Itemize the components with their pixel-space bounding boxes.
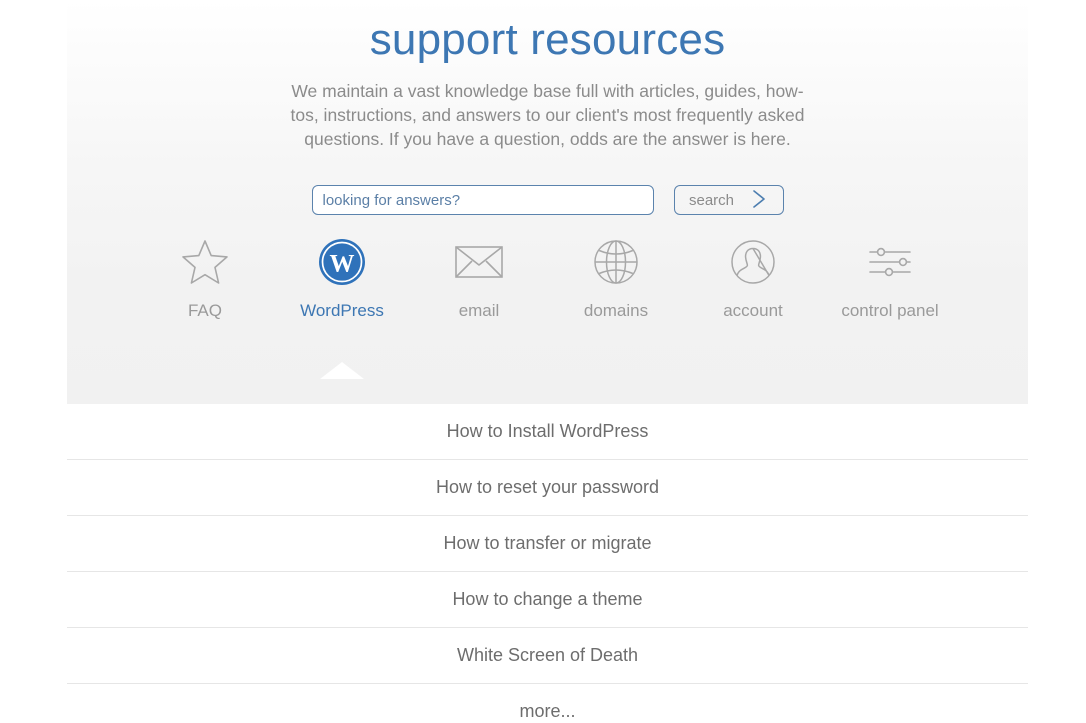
list-item[interactable]: How to transfer or migrate	[67, 516, 1028, 572]
tab-faq[interactable]: FAQ	[137, 233, 274, 321]
search-input[interactable]	[311, 185, 654, 215]
tab-wordpress[interactable]: W WordPress	[274, 233, 411, 379]
sliders-icon	[822, 233, 959, 291]
tab-control-panel[interactable]: control panel	[822, 233, 959, 321]
globe-icon	[548, 233, 685, 291]
tab-label: account	[723, 301, 783, 320]
hero-section: support resources We maintain a vast kno…	[67, 0, 1028, 404]
search-button[interactable]: search	[673, 185, 784, 215]
tab-account[interactable]: account	[685, 233, 822, 321]
active-tab-pointer	[320, 362, 364, 379]
tab-label: control panel	[841, 301, 939, 320]
list-item[interactable]: How to change a theme	[67, 572, 1028, 628]
list-item[interactable]: How to reset your password	[67, 460, 1028, 516]
envelope-icon	[411, 233, 548, 291]
user-circle-icon	[685, 233, 822, 291]
tab-label: WordPress	[300, 301, 384, 320]
page-title: support resources	[369, 15, 726, 64]
chevron-right-icon	[751, 188, 768, 213]
category-tabs: FAQ W WordPress email domains account co…	[67, 233, 1028, 379]
tab-label: FAQ	[187, 301, 222, 320]
tab-label: domains	[583, 301, 649, 320]
list-item[interactable]: White Screen of Death	[67, 628, 1028, 684]
search-row: search	[67, 185, 1028, 215]
support-resources-page: support resources We maintain a vast kno…	[0, 0, 1086, 723]
tab-email[interactable]: email	[411, 233, 548, 321]
tab-domains[interactable]: domains	[548, 233, 685, 321]
article-list: How to Install WordPress How to reset yo…	[67, 404, 1028, 723]
content-container: support resources We maintain a vast kno…	[67, 0, 1028, 723]
star-icon	[137, 233, 274, 291]
search-button-label: search	[688, 191, 735, 209]
list-item[interactable]: How to Install WordPress	[67, 404, 1028, 460]
page-subtitle: We maintain a vast knowledge base full w…	[290, 81, 805, 149]
tab-label: email	[458, 301, 500, 320]
wordpress-icon: W	[274, 233, 411, 291]
list-item-more[interactable]: more...	[67, 684, 1028, 723]
svg-text:W: W	[330, 251, 355, 278]
